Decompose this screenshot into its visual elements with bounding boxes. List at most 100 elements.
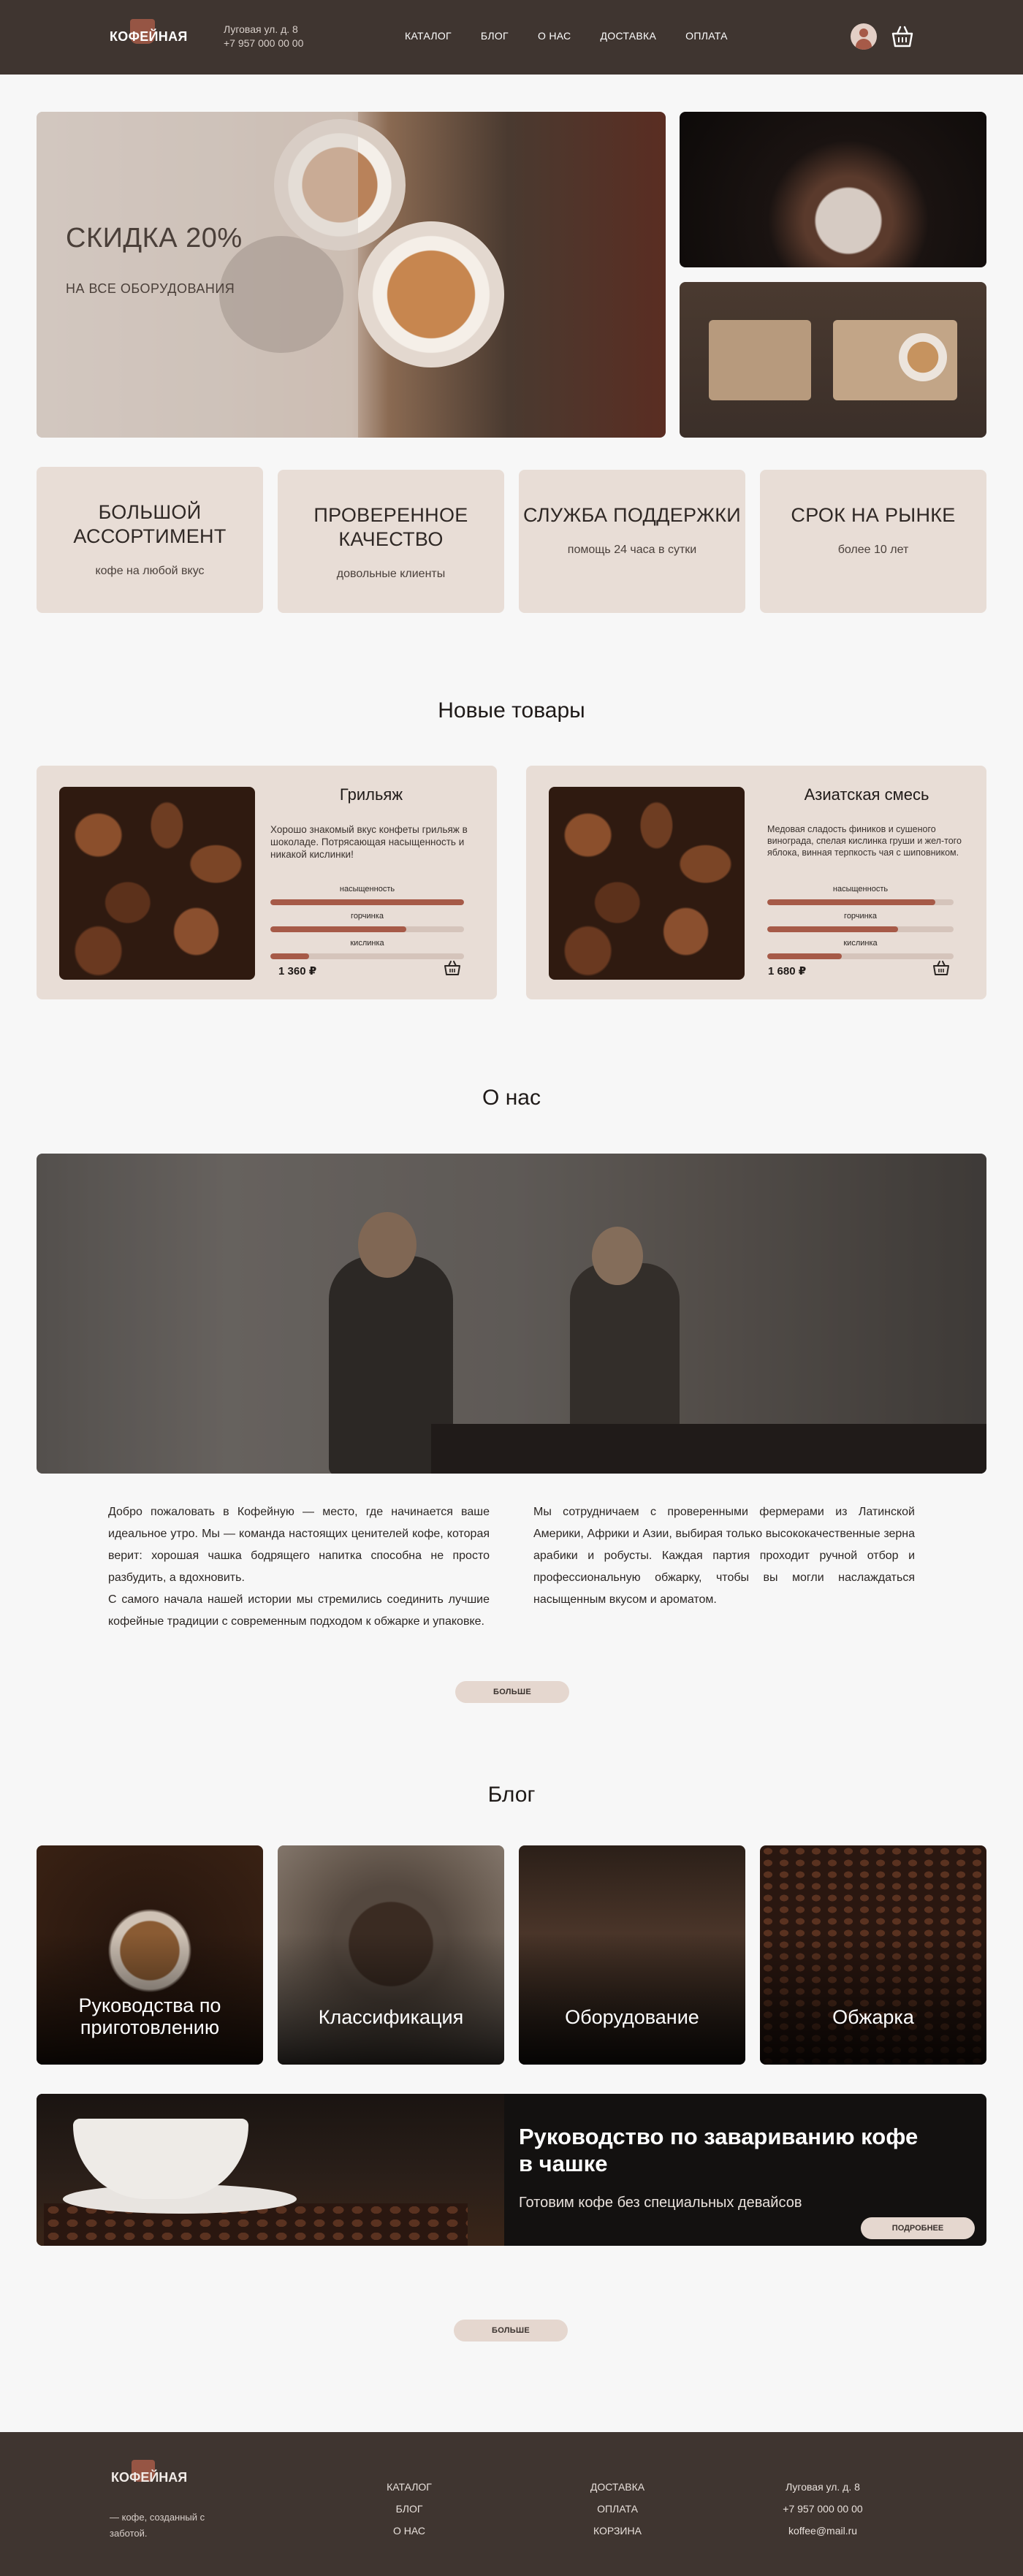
footer-address: Луговая ул. д. 8	[786, 2481, 860, 2493]
address-line: Луговая ул. д. 8	[224, 23, 298, 35]
bar-label: кислинка	[350, 939, 384, 948]
about-photo-barista	[37, 1154, 986, 1474]
nav-payment[interactable]: ОПЛАТА	[685, 30, 728, 42]
bar-fill	[767, 953, 842, 959]
product-price: 1 680 ₽	[768, 965, 807, 978]
blog-title: Блог	[487, 1783, 536, 1807]
banner-details-button[interactable]: ПОДРОБНЕЕ	[861, 2217, 975, 2239]
taste-bar	[270, 953, 464, 959]
bar-fill	[270, 926, 406, 932]
phone-line[interactable]: +7 957 000 00 00	[224, 37, 303, 50]
banner-title: Руководство по завариванию кофе в чашке	[519, 2124, 919, 2176]
taste-bar	[767, 926, 954, 932]
feature-text: помощь 24 часа в сутки	[567, 544, 697, 556]
feature-title: ПРОВЕРЕННОЕ КАЧЕСТВО	[313, 504, 468, 550]
coffee-cup-photo	[37, 2094, 504, 2246]
hero-subtitle: НА ВСЕ ОБОРУДОВАНИЯ	[66, 281, 235, 296]
nav-catalog[interactable]: КАТАЛОГ	[405, 30, 452, 42]
about-more-button[interactable]: БОЛЬШЕ	[455, 1681, 569, 1703]
feature-card: БОЛЬШОЙ АССОРТИМЕНТ кофе на любой вкус	[37, 467, 263, 613]
product-description: Медовая сладость фиников и сушеного вино…	[767, 824, 962, 858]
bar-fill	[270, 899, 464, 905]
taste-bar	[767, 953, 954, 959]
blog-card-label: Оборудование	[565, 2006, 699, 2028]
main-nav: КАТАЛОГ БЛОГ О НАС ДОСТАВКА ОПЛАТА	[405, 30, 757, 42]
basket-icon[interactable]	[890, 25, 915, 48]
feature-title: СРОК НА РЫНКЕ	[791, 504, 956, 526]
latte-cup-image	[358, 221, 504, 367]
card-gradient	[519, 1933, 745, 2065]
hero-banner[interactable]: СКИДКА 20% НА ВСЕ ОБОРУДОВАНИЯ	[37, 112, 666, 438]
bar-label: насыщенность	[339, 885, 395, 893]
nav-about[interactable]: О НАС	[538, 30, 571, 42]
bar-fill	[767, 926, 898, 932]
blog-featured-banner[interactable]: Руководство по завариванию кофе в чашке …	[37, 2094, 986, 2246]
user-icon[interactable]	[851, 23, 877, 50]
site-footer: КОФЕЙНАЯ — кофе, созданный с заботой. КА…	[0, 2432, 1023, 2576]
basket-icon[interactable]	[444, 960, 461, 976]
new-products-title: Новые товары	[438, 698, 585, 723]
footer-link-payment[interactable]: ОПЛАТА	[577, 2498, 658, 2520]
nav-delivery[interactable]: ДОСТАВКА	[600, 30, 656, 42]
header-address: Луговая ул. д. 8 +7 957 000 00 00	[224, 23, 303, 50]
blog-card-equipment[interactable]: Оборудование	[519, 1845, 745, 2065]
bar-label: горчинка	[844, 912, 877, 921]
footer-logo-text: КОФЕЙНАЯ	[111, 2470, 188, 2485]
card-gradient	[278, 1933, 504, 2065]
blog-card-roasting[interactable]: Обжарка	[760, 1845, 986, 2065]
footer-phone[interactable]: +7 957 000 00 00	[772, 2498, 874, 2520]
product-name: Грильяж	[339, 785, 403, 804]
nav-blog[interactable]: БЛОГ	[481, 30, 509, 42]
blog-card-label: Руководства по приготовлению	[78, 1994, 221, 2038]
product-description: Хорошо знакомый вкус конфеты грильяж в ш…	[270, 824, 468, 860]
feature-title: СЛУЖБА ПОДДЕРЖКИ	[522, 504, 741, 526]
feature-text: кофе на любой вкус	[95, 565, 205, 577]
blog-card-label: Классификация	[318, 2006, 464, 2028]
product-name: Азиатская смесь	[804, 785, 929, 804]
hero-overlay	[37, 112, 358, 438]
about-title: О нас	[482, 1086, 541, 1110]
blog-card-label: Обжарка	[832, 2006, 914, 2028]
blog-card-guides[interactable]: Руководства по приготовлению	[37, 1845, 263, 2065]
footer-nav-col2: ДОСТАВКА ОПЛАТА КОРЗИНА	[577, 2476, 658, 2542]
footer-contacts: Луговая ул. д. 8 +7 957 000 00 00 koffee…	[772, 2476, 874, 2542]
basket-icon[interactable]	[932, 960, 950, 976]
footer-link-about[interactable]: О НАС	[373, 2520, 446, 2542]
bar-label: горчинка	[351, 912, 384, 921]
footer-logo[interactable]: КОФЕЙНАЯ	[108, 2460, 196, 2496]
bar-label: насыщенность	[832, 885, 889, 893]
about-paragraph: Добро пожаловать в Кофейную — место, где…	[108, 1506, 490, 1584]
feature-text: довольные клиенты	[336, 568, 446, 580]
footer-link-blog[interactable]: БЛОГ	[373, 2498, 446, 2520]
about-column-left: Добро пожаловать в Кофейную — место, где…	[108, 1501, 490, 1633]
banner-subtitle: Готовим кофе без специальных девайсов	[519, 2195, 802, 2211]
footer-email[interactable]: koffee@mail.ru	[772, 2520, 874, 2542]
photo-shade	[37, 1154, 986, 1474]
footer-link-delivery[interactable]: ДОСТАВКА	[577, 2476, 658, 2498]
feature-card: ПРОВЕРЕННОЕ КАЧЕСТВО довольные клиенты	[278, 470, 504, 613]
hero-side-image-portafilters[interactable]	[680, 282, 986, 438]
bar-fill	[270, 953, 309, 959]
logo-text: КОФЕЙНАЯ	[110, 29, 188, 44]
logo[interactable]: КОФЕЙНАЯ	[108, 19, 187, 56]
latte-cup-image	[899, 333, 947, 381]
footer-link-catalog[interactable]: КАТАЛОГ	[373, 2476, 446, 2498]
footer-link-cart[interactable]: КОРЗИНА	[577, 2520, 658, 2542]
product-card[interactable]: Азиатская смесь Медовая сладость фиников…	[526, 766, 986, 999]
taste-bar	[767, 899, 954, 905]
footer-tagline: — кофе, созданный с заботой.	[110, 2512, 205, 2539]
about-paragraph: С самого начала нашей истории мы стремил…	[108, 1593, 490, 1628]
product-price: 1 360 ₽	[278, 965, 317, 978]
feature-title: БОЛЬШОЙ АССОРТИМЕНТ	[73, 501, 227, 547]
hero-side-image-coffee-cup[interactable]	[680, 112, 986, 267]
blog-more-button[interactable]: БОЛЬШЕ	[454, 2320, 568, 2341]
product-card[interactable]: Грильяж Хорошо знакомый вкус конфеты гри…	[37, 766, 497, 999]
coffee-beans-image	[59, 787, 255, 980]
blog-card-classification[interactable]: Классификация	[278, 1845, 504, 2065]
footer-nav-col1: КАТАЛОГ БЛОГ О НАС	[373, 2476, 446, 2542]
coffee-beans-image	[549, 787, 745, 980]
site-header: КОФЕЙНАЯ Луговая ул. д. 8 +7 957 000 00 …	[0, 0, 1023, 75]
taste-bar	[270, 899, 464, 905]
taste-bar	[270, 926, 464, 932]
card-gradient	[760, 1933, 986, 2065]
